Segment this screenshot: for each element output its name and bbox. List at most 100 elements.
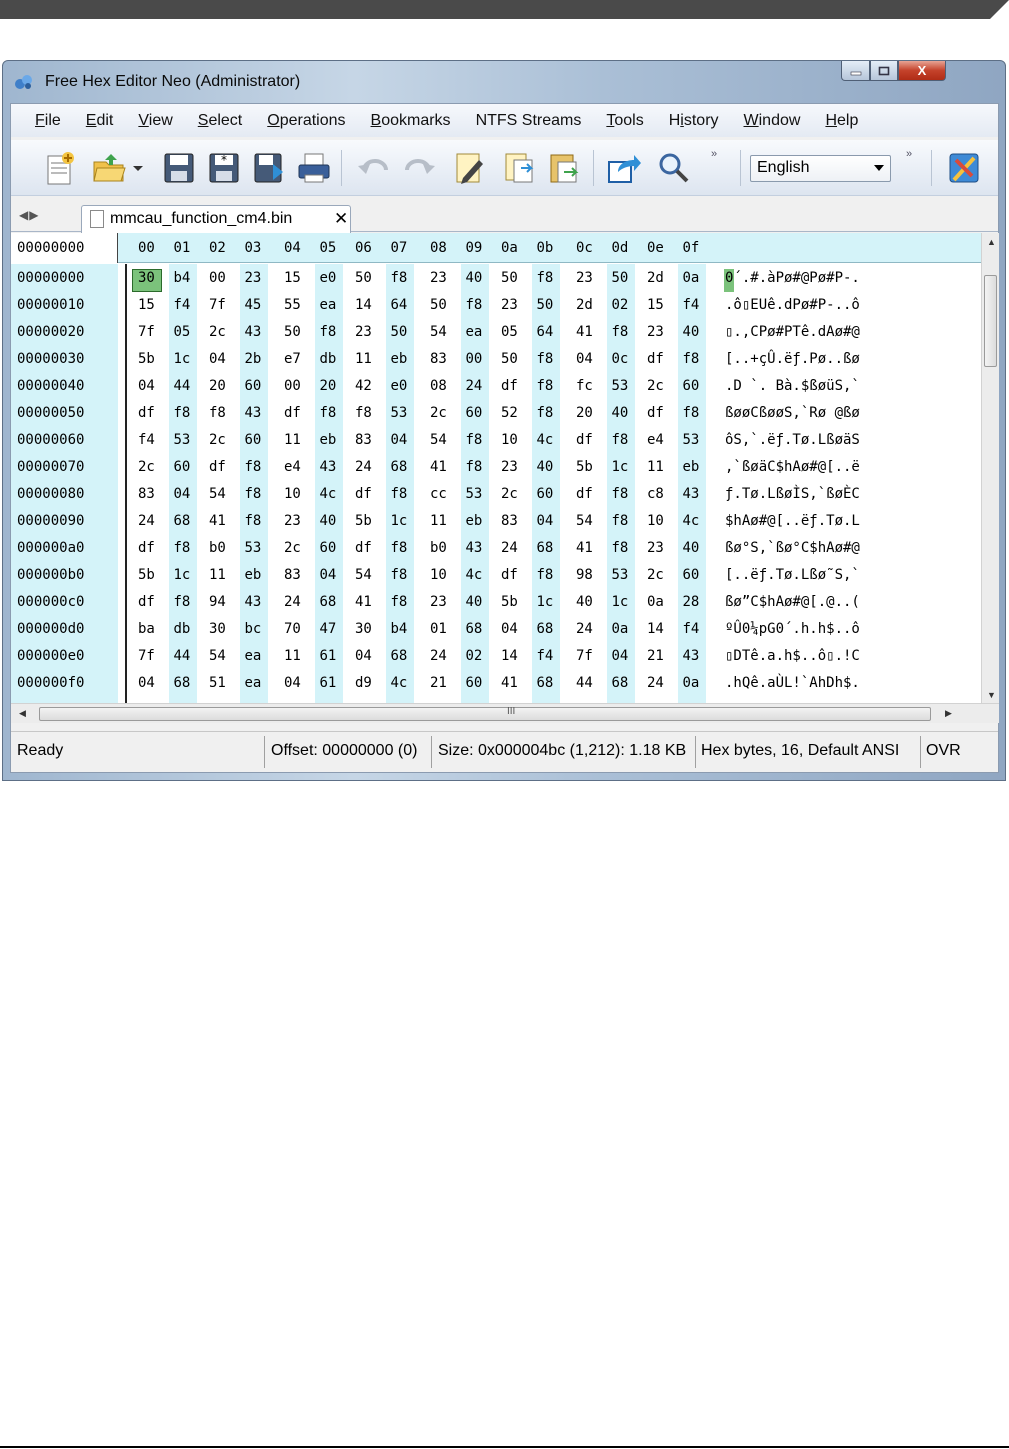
- hex-byte[interactable]: 68: [537, 540, 554, 556]
- hex-byte[interactable]: df: [355, 540, 372, 556]
- hex-byte[interactable]: 50: [284, 324, 301, 340]
- hex-byte[interactable]: 04: [138, 675, 155, 691]
- hex-byte[interactable]: e0: [391, 378, 408, 394]
- hex-byte[interactable]: 40: [466, 594, 483, 610]
- hex-byte[interactable]: 41: [576, 540, 593, 556]
- ascii-text[interactable]: [..ëƒ.Tø.Lßø˜S,`: [725, 567, 860, 583]
- ascii-text[interactable]: ºÛ0¼pG0´.h.h$..ô: [725, 621, 860, 637]
- hex-byte[interactable]: d9: [355, 675, 372, 691]
- hex-byte[interactable]: 54: [576, 513, 593, 529]
- hex-byte[interactable]: 41: [576, 324, 593, 340]
- hex-byte[interactable]: 98: [576, 567, 593, 583]
- hex-byte[interactable]: 2c: [209, 432, 226, 448]
- hex-byte[interactable]: 04: [284, 675, 301, 691]
- hex-byte[interactable]: 04: [355, 648, 372, 664]
- hex-byte[interactable]: eb: [683, 459, 700, 475]
- hex-byte[interactable]: 2d: [647, 270, 664, 286]
- hex-byte[interactable]: 14: [501, 648, 518, 664]
- scroll-right-icon[interactable]: ▶: [945, 708, 952, 719]
- hex-byte[interactable]: f8: [466, 297, 483, 313]
- hex-editor-view[interactable]: 00000000 00 01 02 03 04 05 06 07 08 09 0a 0b 0c 0d 0e 0…: [11, 233, 981, 703]
- open-file-icon[interactable]: [91, 150, 127, 186]
- find-icon[interactable]: [656, 150, 692, 186]
- ascii-text[interactable]: ▯DTê.a.h$..ô▯.!C: [725, 648, 860, 664]
- hex-byte[interactable]: 83: [355, 432, 372, 448]
- hex-byte[interactable]: f8: [174, 540, 191, 556]
- hex-byte[interactable]: 44: [174, 378, 191, 394]
- hex-byte[interactable]: 68: [612, 675, 629, 691]
- minimize-button[interactable]: [841, 61, 870, 81]
- hex-byte[interactable]: b0: [209, 540, 226, 556]
- hex-byte[interactable]: f8: [612, 513, 629, 529]
- hex-byte[interactable]: 10: [647, 513, 664, 529]
- ascii-text[interactable]: ßøøCßøøS,`Rø @ßø: [725, 405, 860, 421]
- hex-byte[interactable]: f8: [612, 486, 629, 502]
- hex-byte[interactable]: c8: [647, 486, 664, 502]
- hex-byte[interactable]: 24: [501, 540, 518, 556]
- hex-byte[interactable]: f8: [391, 486, 408, 502]
- hex-byte[interactable]: 41: [430, 459, 447, 475]
- hex-byte[interactable]: 4c: [683, 513, 700, 529]
- menu-select[interactable]: Select: [198, 112, 242, 130]
- hex-byte[interactable]: f8: [683, 405, 700, 421]
- hex-byte[interactable]: eb: [391, 351, 408, 367]
- scroll-down-icon[interactable]: ▼: [987, 690, 996, 700]
- hex-byte[interactable]: 7f: [138, 648, 155, 664]
- ascii-text[interactable]: 0´.#.àPø#@Pø#P-.: [725, 270, 860, 286]
- hex-row[interactable]: 000000c0 df f8 94 43 24 68 41 f8 23 40 5b 1c 40 1c 0a 28…: [11, 589, 981, 616]
- hex-byte[interactable]: 15: [647, 297, 664, 313]
- hex-byte[interactable]: 61: [320, 648, 337, 664]
- hex-byte[interactable]: 64: [537, 324, 554, 340]
- hex-byte[interactable]: 43: [245, 405, 262, 421]
- hex-byte[interactable]: 24: [284, 594, 301, 610]
- hex-byte[interactable]: 24: [647, 675, 664, 691]
- hex-byte[interactable]: 04: [320, 567, 337, 583]
- hex-byte[interactable]: 02: [612, 297, 629, 313]
- hex-byte[interactable]: 4c: [537, 432, 554, 448]
- hex-byte[interactable]: 0a: [683, 270, 700, 286]
- hex-byte[interactable]: f8: [320, 324, 337, 340]
- hex-byte[interactable]: 50: [501, 270, 518, 286]
- hex-byte[interactable]: 04: [612, 648, 629, 664]
- hex-byte[interactable]: 41: [501, 675, 518, 691]
- hex-byte[interactable]: 43: [245, 324, 262, 340]
- hex-byte[interactable]: 54: [355, 567, 372, 583]
- hex-byte[interactable]: 20: [576, 405, 593, 421]
- hex-byte[interactable]: eb: [320, 432, 337, 448]
- hex-byte[interactable]: ea: [466, 324, 483, 340]
- hex-byte[interactable]: ea: [320, 297, 337, 313]
- hex-byte[interactable]: 68: [320, 594, 337, 610]
- scroll-up-icon[interactable]: ▲: [987, 237, 996, 247]
- hex-row[interactable]: 00000020 7f 05 2c 43 50 f8 23 50 54 ea 05 64 41 f8 23 40…: [11, 319, 981, 346]
- chevron-down-icon[interactable]: [131, 150, 145, 186]
- hex-byte[interactable]: 01: [430, 621, 447, 637]
- hex-row[interactable]: 00000080 83 04 54 f8 10 4c df f8 cc 53 2c 60 df f8 c8 43…: [11, 481, 981, 508]
- hex-byte[interactable]: e0: [320, 270, 337, 286]
- hex-byte[interactable]: 00: [284, 378, 301, 394]
- hex-byte[interactable]: f8: [537, 405, 554, 421]
- hex-byte[interactable]: 42: [355, 378, 372, 394]
- hex-byte[interactable]: 2c: [501, 486, 518, 502]
- hex-byte[interactable]: 94: [209, 594, 226, 610]
- hex-byte[interactable]: df: [576, 486, 593, 502]
- hex-byte[interactable]: f8: [537, 270, 554, 286]
- toolbar-overflow-icon[interactable]: »: [711, 148, 717, 160]
- hex-byte[interactable]: 21: [647, 648, 664, 664]
- hex-byte[interactable]: 2c: [138, 459, 155, 475]
- hex-byte[interactable]: f8: [537, 567, 554, 583]
- hex-byte[interactable]: 04: [138, 378, 155, 394]
- hex-byte[interactable]: f8: [612, 432, 629, 448]
- tab-close-icon[interactable]: ✕: [334, 209, 348, 229]
- hex-byte[interactable]: 55: [284, 297, 301, 313]
- hex-row[interactable]: 000000b0 5b 1c 11 eb 83 04 54 f8 10 4c df f8 98 53 2c 60…: [11, 562, 981, 589]
- hex-byte[interactable]: 2c: [430, 405, 447, 421]
- hex-byte[interactable]: 5b: [138, 567, 155, 583]
- hex-byte[interactable]: df: [209, 459, 226, 475]
- hex-byte[interactable]: 41: [355, 594, 372, 610]
- ascii-text[interactable]: ƒ.Tø.LßøÌS,`ßøÈC: [725, 486, 860, 502]
- hex-byte[interactable]: 60: [245, 378, 262, 394]
- hex-byte[interactable]: 2d: [576, 297, 593, 313]
- hex-byte[interactable]: 53: [391, 405, 408, 421]
- hex-byte[interactable]: f8: [466, 459, 483, 475]
- hex-byte[interactable]: 10: [284, 486, 301, 502]
